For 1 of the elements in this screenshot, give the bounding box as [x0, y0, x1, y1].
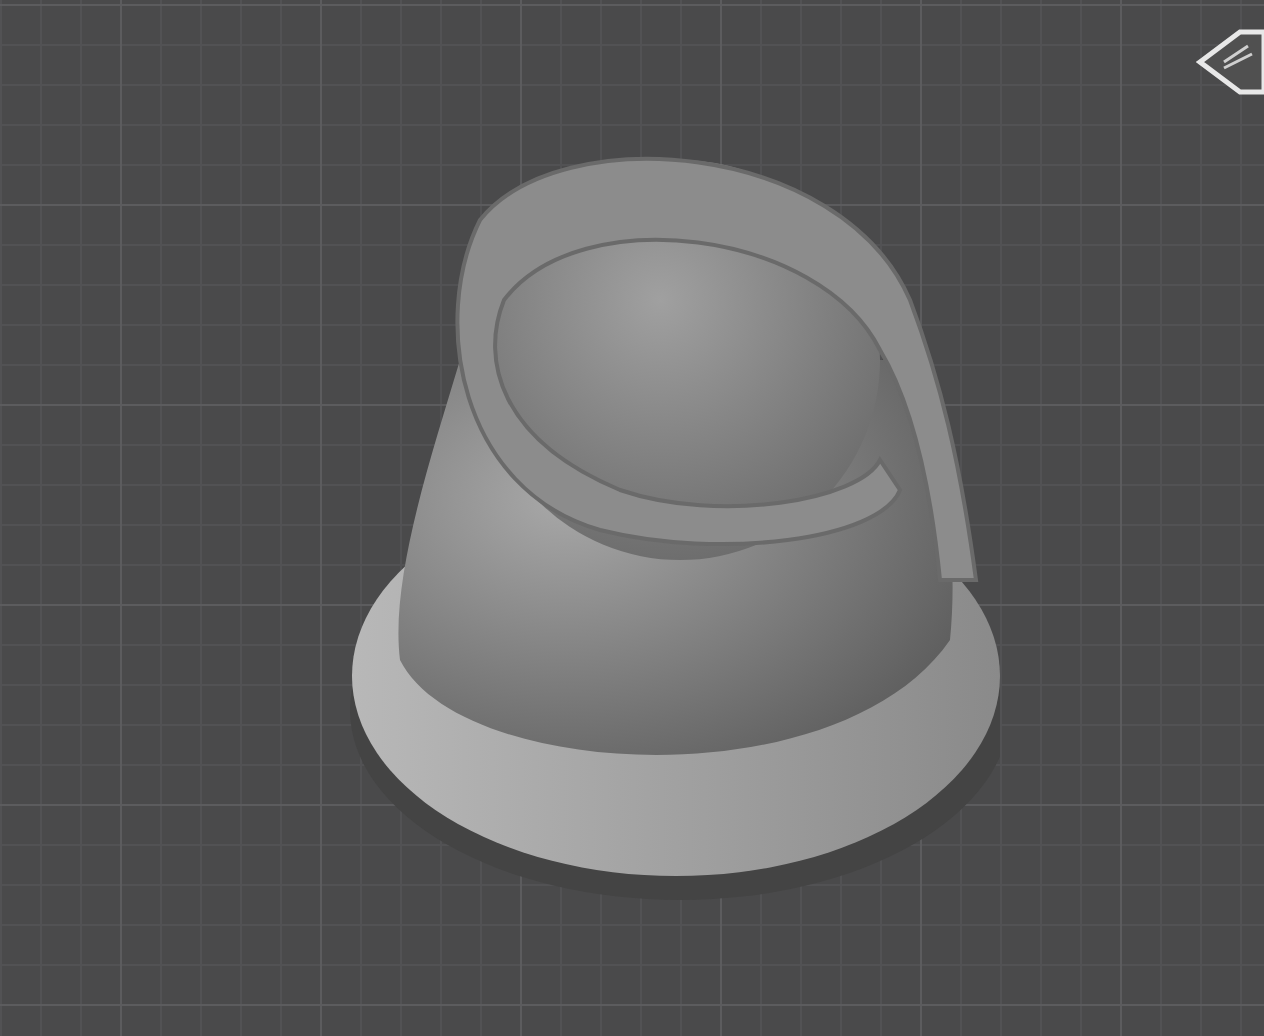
view-cube-icon[interactable] [1196, 24, 1264, 100]
